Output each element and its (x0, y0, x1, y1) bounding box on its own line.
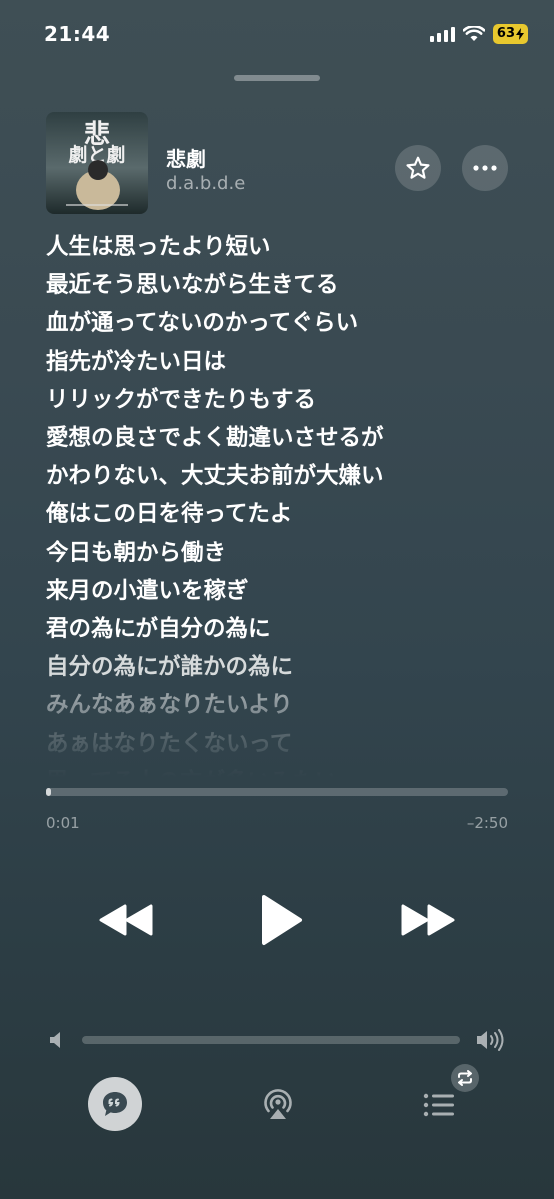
quote-bubble-icon (103, 1092, 127, 1116)
queue-button[interactable] (420, 1090, 458, 1120)
lyric-line[interactable]: 血が通ってないのかってぐらい (46, 304, 516, 342)
battery-level: 63 (496, 26, 515, 41)
lyric-line[interactable]: 最近そう思いながら生きてる (46, 266, 516, 304)
lyric-line[interactable]: 君の為にが自分の為に (46, 610, 516, 648)
cellular-signal-icon (429, 26, 455, 42)
artwork-figure (66, 160, 128, 210)
previous-button[interactable] (94, 898, 158, 942)
lyric-line[interactable]: 俺はこの日を待ってたよ (46, 495, 516, 533)
lyric-line[interactable]: かわりない、大丈夫お前が大嫌い (46, 457, 516, 495)
lyric-line[interactable]: 思ってる人の方が多いみたい (46, 763, 516, 778)
charging-bolt-icon (516, 28, 524, 40)
song-artist[interactable]: d.a.b.d.e (166, 173, 245, 194)
lyric-line[interactable]: 自分の為にが誰かの為に (46, 648, 516, 686)
airplay-audio-icon (264, 1089, 292, 1119)
speaker-wave-icon (477, 1029, 504, 1051)
time-elapsed: 0:01 (46, 814, 80, 832)
lyric-line[interactable]: みんなあぁなりたいより (46, 686, 516, 724)
battery-indicator: 63 (492, 24, 528, 44)
volume-slider[interactable] (82, 1036, 460, 1044)
lyric-line[interactable]: 来月の小遣いを稼ぎ (46, 572, 516, 610)
list-icon (423, 1093, 454, 1117)
repeat-icon (458, 1070, 472, 1086)
lyrics-button[interactable] (88, 1077, 142, 1131)
lyric-line[interactable]: あぁはなりたくないって (46, 725, 516, 763)
ellipsis-icon (473, 165, 497, 171)
song-title[interactable]: 悲劇 (166, 143, 206, 172)
album-artwork[interactable]: 悲 劇と劇 喜 (46, 112, 148, 214)
more-button[interactable] (462, 145, 508, 191)
favorite-button[interactable] (395, 145, 441, 191)
playback-progress-fill (46, 788, 51, 796)
playback-progress-bar[interactable] (46, 788, 508, 796)
speaker-icon (50, 1032, 60, 1048)
backward-icon (99, 904, 153, 936)
status-time: 21:44 (44, 22, 111, 46)
lyrics-view[interactable]: 人生は思ったより短い 最近そう思いながら生きてる 血が通ってないのかってぐらい 指先が… (46, 228, 516, 778)
lyric-line[interactable]: リリックができたりもする (46, 381, 516, 419)
play-icon (262, 895, 302, 945)
repeat-indicator[interactable] (451, 1064, 479, 1092)
lyric-line[interactable]: 人生は思ったより短い (46, 228, 516, 266)
lyric-line[interactable]: 愛想の良さでよく勘違いさせるが (46, 419, 516, 457)
status-indicators: 63 (429, 24, 528, 44)
lyric-line[interactable]: 指先が冷たい日は (46, 343, 516, 381)
sheet-grabber[interactable] (234, 75, 320, 81)
play-button[interactable] (252, 890, 308, 950)
lyric-line[interactable]: 今日も朝から働き (46, 534, 516, 572)
forward-icon (401, 904, 455, 936)
star-icon (406, 156, 430, 179)
wifi-icon (462, 26, 485, 41)
next-button[interactable] (396, 898, 460, 942)
airplay-button[interactable] (258, 1086, 298, 1122)
time-remaining: –2:50 (466, 814, 508, 832)
